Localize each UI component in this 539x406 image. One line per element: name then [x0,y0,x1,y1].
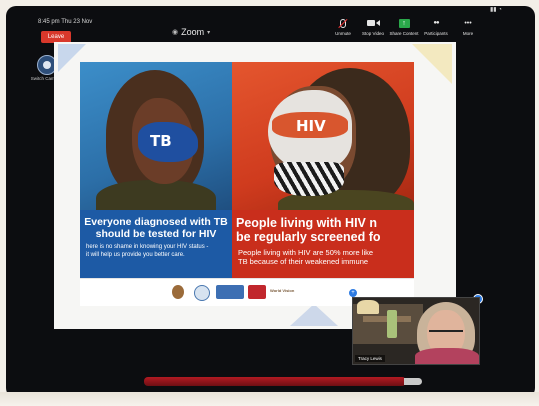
participant-shirt [415,348,479,364]
hiv-body-line: People living with HIV are 50% more like [238,248,374,257]
shield-icon: ◉ [172,29,179,36]
participants-label: Participants [424,31,448,36]
participants-button[interactable]: Participants [418,17,454,36]
ministry-seal-logo [172,285,184,299]
tb-headline-line: should be tested for HIV [95,228,217,240]
tb-body-text: here is no shame in knowing your HIV sta… [80,240,232,259]
hiv-mask-text: HIV [296,117,326,135]
share-content-button[interactable]: Share Content [386,17,422,36]
status-bar-time: 8:45 pm Thu 23 Nov [38,19,93,25]
tb-hiv-poster: TB HIV Everyone diagnosed with TB should… [80,62,414,306]
hiv-headline-line: be regularly screened fo [236,230,381,244]
tb-body-line: it will help us provide you better care. [86,251,185,258]
tb-body-line: here is no shame in knowing your HIV sta… [86,244,209,250]
hiv-headline: People living with HIV n be regularly sc… [232,210,414,244]
wifi-battery-icon: ▮▮ ◔ [490,7,502,13]
who-emblem-logo [194,285,210,301]
world-vision-logo: World Vision [270,288,295,293]
partner-logo [216,285,244,299]
background-bottle [387,310,397,338]
participants-icon [418,17,454,29]
meeting-title[interactable]: ◉ Zoom ▾ [172,27,210,37]
participant-glasses [429,322,463,332]
hiv-message-block: People living with HIV n be regularly sc… [232,210,414,278]
more-label: More [462,31,474,36]
tb-headline-line: Everyone diagnosed with TB [84,216,228,228]
stylus-pen-tip [404,378,422,385]
more-button[interactable]: More [450,17,486,36]
hiv-body-text: People living with HIV are 50% more like… [232,244,414,266]
tb-mask-text: TB [150,132,172,150]
hiv-headline-line: People living with HIV n [236,216,377,230]
stylus-pen [144,377,406,386]
hiv-face-stripes [274,162,344,196]
participant-name-label: Tracy Lewis [355,355,385,362]
desk-surface [0,392,539,406]
share-screen-icon [386,17,422,29]
share-content-label: Share Content [389,31,419,36]
tb-headline: Everyone diagnosed with TB should be tes… [80,210,232,240]
meeting-title-label: Zoom [181,27,205,37]
slide-decoration [412,44,452,84]
chevron-down-icon: ▾ [207,29,211,36]
more-dots-icon [450,17,486,29]
tb-message-block: Everyone diagnosed with TB should be tes… [80,210,232,278]
partner-logo [248,285,266,299]
background-lamp [357,300,379,314]
slide-decoration [290,304,338,326]
hiv-body-line: TB because of their weakened immune [238,257,369,266]
self-view-video[interactable]: Tracy Lewis [352,297,480,365]
